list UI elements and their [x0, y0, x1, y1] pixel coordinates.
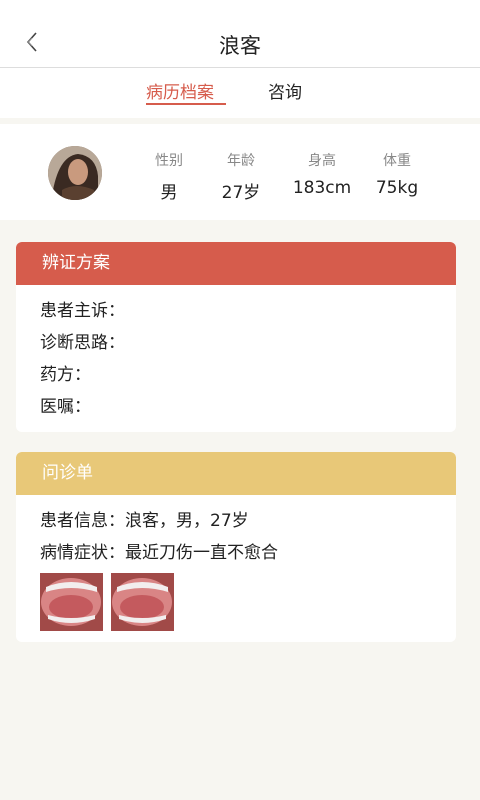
diagnosis-advice: 医嘱： [40, 397, 91, 417]
tab-bar: 病历档案 咨询 [0, 68, 480, 118]
diagnosis-card: 辨证方案 患者主诉： 诊断思路： 药方： 医嘱： [16, 242, 456, 432]
active-tab-indicator [146, 103, 226, 105]
tab-consult[interactable]: 咨询 [268, 78, 302, 108]
inquiry-patient-info: 患者信息：浪客，男，27岁 [40, 511, 249, 531]
stat-value: 27岁 [221, 183, 261, 203]
diagnosis-prescription: 药方： [40, 365, 91, 385]
stat-value: 75kg [375, 178, 419, 198]
stat-height: 身高 183cm [278, 150, 366, 198]
profile-card: 性别 男 年龄 27岁 身高 183cm 体重 75kg [0, 124, 480, 220]
page-title: 浪客 [219, 34, 261, 58]
stat-label: 体重 [383, 153, 411, 169]
header-bar: 浪客 [0, 0, 480, 68]
stat-value: 男 [160, 183, 178, 203]
inquiry-card: 问诊单 患者信息：浪客，男，27岁 病情症状：最近刀伤一直不愈合 [16, 452, 456, 642]
inquiry-symptoms: 病情症状：最近刀伤一直不愈合 [40, 543, 278, 563]
avatar[interactable] [48, 146, 102, 200]
diagnosis-complaint: 患者主诉： [40, 301, 125, 321]
symptom-images [40, 573, 456, 631]
symptom-photo[interactable] [111, 573, 174, 631]
stat-label: 身高 [308, 153, 336, 169]
stat-age: 年龄 27岁 [206, 150, 276, 203]
stat-gender: 性别 男 [134, 150, 204, 203]
inquiry-card-title: 问诊单 [16, 452, 456, 495]
stat-weight: 体重 75kg [362, 150, 432, 198]
stat-label: 年龄 [227, 153, 255, 169]
diagnosis-reasoning: 诊断思路： [40, 333, 125, 353]
diagnosis-card-title: 辨证方案 [16, 242, 456, 285]
stat-label: 性别 [155, 153, 183, 169]
stat-value: 183cm [292, 178, 352, 198]
symptom-photo[interactable] [40, 573, 103, 631]
